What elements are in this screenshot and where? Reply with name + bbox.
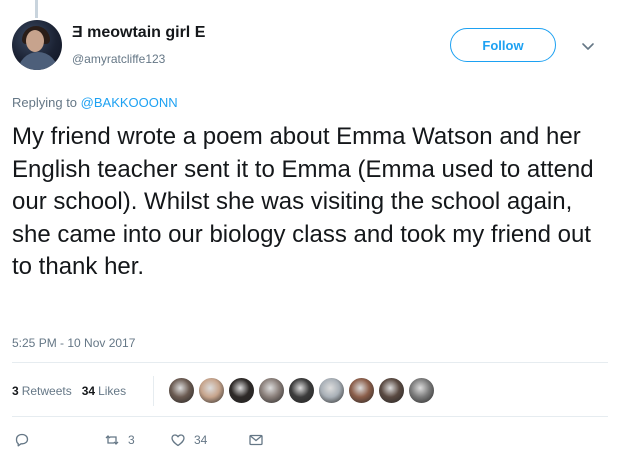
- liker-avatar[interactable]: [228, 377, 255, 404]
- envelope-icon: [249, 434, 263, 446]
- tweet-stats: 3 Retweets 34 Likes: [12, 384, 126, 398]
- retweets-count: 3: [12, 384, 19, 398]
- liker-avatar[interactable]: [318, 377, 345, 404]
- follow-button[interactable]: Follow: [450, 28, 556, 62]
- replying-to: Replying to @BAKKOOONN: [12, 95, 178, 110]
- liker-avatar[interactable]: [408, 377, 435, 404]
- replying-prefix: Replying to: [12, 95, 78, 110]
- liker-avatars: [168, 377, 438, 404]
- liker-avatar[interactable]: [378, 377, 405, 404]
- retweet-icon: [105, 435, 119, 445]
- user-handle[interactable]: @amyratcliffe123: [72, 52, 165, 66]
- divider: [12, 416, 608, 417]
- thread-line: [35, 0, 38, 18]
- stats-divider: [153, 376, 154, 406]
- display-name[interactable]: Ǝ meowtain girl E: [72, 24, 205, 42]
- heart-icon: [171, 434, 185, 447]
- retweets-stat[interactable]: 3 Retweets: [12, 384, 72, 398]
- message-action[interactable]: [248, 432, 264, 448]
- liker-avatar[interactable]: [348, 377, 375, 404]
- avatar[interactable]: [12, 20, 62, 70]
- tweet-text: My friend wrote a poem about Emma Watson…: [12, 123, 594, 280]
- likes-label: Likes: [98, 384, 127, 398]
- liker-avatar[interactable]: [288, 377, 315, 404]
- liker-avatar[interactable]: [198, 377, 225, 404]
- liker-avatar[interactable]: [168, 377, 195, 404]
- chevron-down-icon[interactable]: [580, 38, 596, 54]
- like-action[interactable]: 34: [170, 432, 248, 448]
- reply-icon: [15, 433, 29, 447]
- like-count: 34: [194, 433, 208, 447]
- tweet-timestamp[interactable]: 5:25 PM - 10 Nov 2017: [12, 336, 135, 350]
- reply-mention-link[interactable]: @BAKKOOONN: [81, 95, 178, 110]
- divider: [12, 362, 608, 363]
- retweets-label: Retweets: [21, 384, 72, 398]
- likes-count: 34: [81, 384, 96, 398]
- reply-action[interactable]: [14, 432, 104, 448]
- retweet-count: 3: [128, 433, 135, 447]
- liker-avatar[interactable]: [258, 377, 285, 404]
- likes-stat[interactable]: 34 Likes: [82, 384, 126, 398]
- tweet-actions: 3 34: [14, 431, 264, 449]
- retweet-action[interactable]: 3: [104, 432, 170, 448]
